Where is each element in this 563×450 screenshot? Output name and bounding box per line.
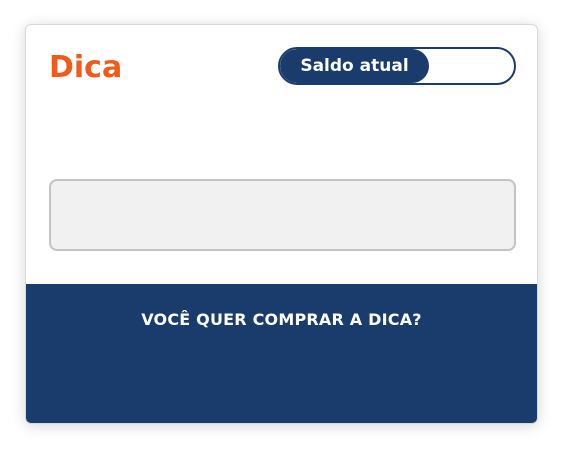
balance-toggle[interactable]: Saldo atual [278, 47, 516, 85]
balance-toggle-label: Saldo atual [280, 49, 429, 83]
card-title: Dica [49, 50, 123, 85]
buy-hint-question[interactable]: VOCÊ QUER COMPRAR A DICA? [26, 310, 537, 329]
hint-card: Dica Saldo atual VOCÊ QUER COMPRAR A DIC… [25, 24, 538, 424]
purchase-footer: VOCÊ QUER COMPRAR A DICA? [26, 284, 537, 423]
hint-text-box [49, 179, 516, 251]
